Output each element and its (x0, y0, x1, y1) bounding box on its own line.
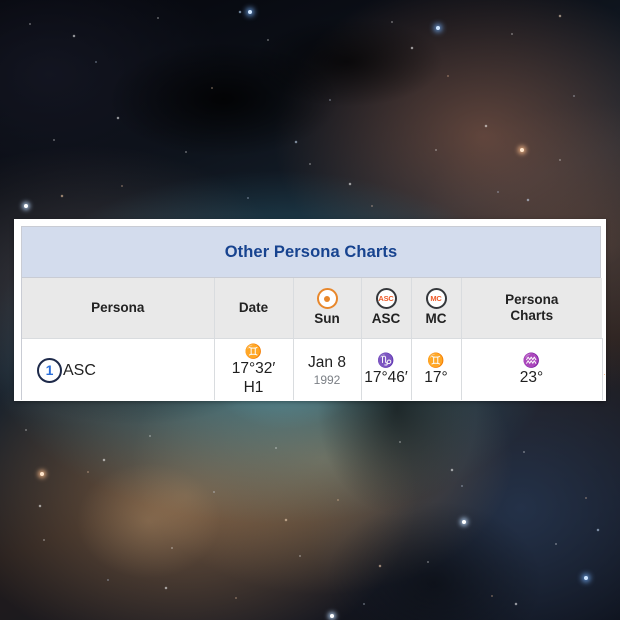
cell-asc: ♊ 17° (411, 338, 462, 400)
bright-star (436, 26, 440, 30)
panel-title: Other Persona Charts (22, 227, 600, 278)
cell-date: Jan 8 1992 (293, 338, 362, 400)
column-header-sun: Sun (293, 278, 362, 339)
bright-star (330, 614, 334, 618)
column-header-mc-label: MC (425, 311, 447, 327)
mc-icon: MC (425, 288, 447, 310)
cell-sun: ♑ 17°46′ (361, 338, 412, 400)
asc-icon: ASC (375, 288, 397, 310)
persona-charts-table: Persona Date Sun ASC ASC MC MC Persona C… (22, 278, 605, 400)
cell-persona-position: ♊ 17°32′ H1 (214, 338, 294, 400)
bright-star (520, 148, 524, 152)
column-header-charts-line1: Persona (505, 291, 559, 307)
gemini-sign-icon: ♊ (244, 342, 263, 359)
persona-charts-panel: Other Persona Charts Persona Date Sun AS… (14, 219, 606, 401)
persona-number-badge: 1 (37, 357, 62, 383)
asc-degree: 17° (424, 369, 448, 387)
cell-mc: ♒ 23° (461, 338, 603, 400)
table-header: Persona Date Sun ASC ASC MC MC Persona C… (22, 278, 602, 339)
chart-link[interactable]: Chart (605, 361, 606, 378)
sun-degree: 17°46′ (364, 369, 408, 387)
date-day: Jan 8 (308, 353, 346, 371)
table-header-row: Persona Date Sun ASC ASC MC MC Persona C… (22, 278, 602, 339)
column-header-charts-line2: Charts (510, 307, 554, 323)
bright-star (462, 520, 466, 524)
column-header-sun-label: Sun (314, 311, 340, 327)
aquarius-sign-icon: ♒ (522, 352, 541, 369)
bright-star (40, 472, 44, 476)
persona-name-label: ASC (63, 361, 96, 379)
sun-icon (316, 288, 338, 310)
column-header-persona: Persona (22, 278, 215, 339)
gemini-sign-icon: ♊ (427, 352, 445, 369)
panel-inner-frame: Other Persona Charts Persona Date Sun AS… (21, 226, 605, 400)
column-header-date-label: Date (238, 299, 269, 315)
persona-house: H1 (243, 378, 264, 396)
column-header-mc: MC MC (411, 278, 462, 339)
column-header-asc-label: ASC (371, 311, 401, 327)
persona-degree: 17°32′ (231, 359, 276, 377)
table-body: 1 ASC ♊ 17°32′ H1 Jan 8 1992 ♑ 17°46′ ♊ … (22, 338, 605, 400)
capricorn-sign-icon: ♑ (377, 352, 395, 369)
bright-star (24, 204, 28, 208)
column-header-asc: ASC ASC (361, 278, 412, 339)
bright-star (584, 576, 588, 580)
column-header-date: Date (214, 278, 294, 339)
cell-persona: 1 ASC (22, 338, 215, 400)
column-header-persona-label: Persona (91, 299, 145, 315)
mc-degree: 23° (519, 369, 544, 387)
table-row[interactable]: 1 ASC ♊ 17°32′ H1 Jan 8 1992 ♑ 17°46′ ♊ … (22, 338, 605, 400)
column-header-persona-charts: Persona Charts (461, 278, 602, 339)
date-year: 1992 (313, 372, 341, 387)
bright-star (248, 10, 252, 14)
